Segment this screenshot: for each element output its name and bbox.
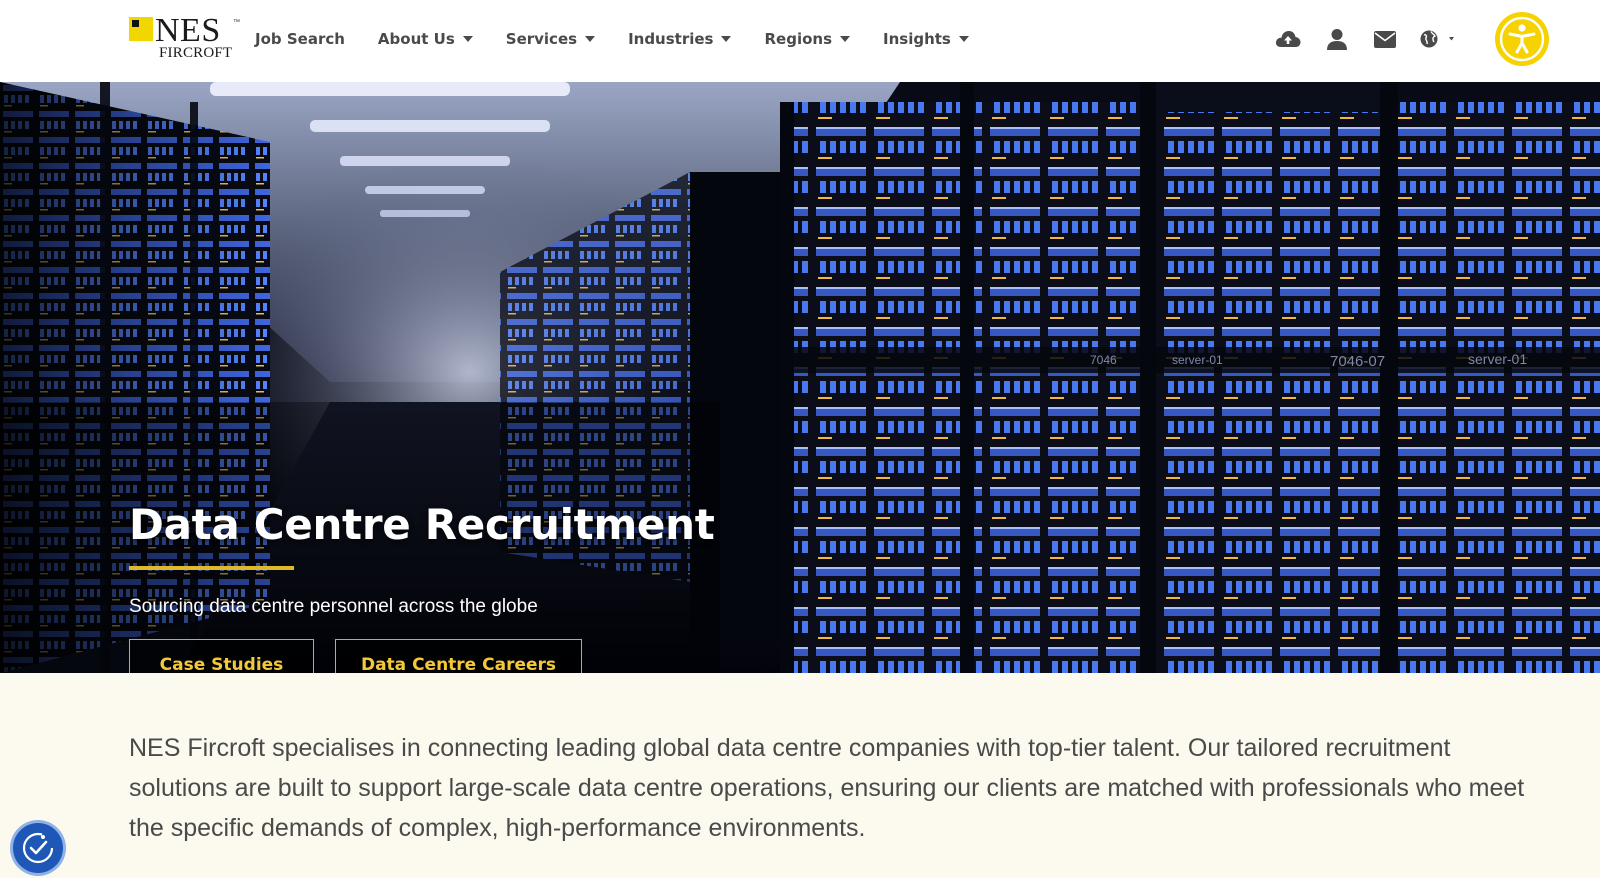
nav-regions[interactable]: Regions (764, 30, 850, 48)
hero-banner: server-01 7046 7046-07 server-01 Data Ce… (0, 82, 1600, 673)
nav-label: Industries (628, 30, 714, 48)
logo-square-icon (129, 17, 153, 41)
cloud-upload-icon[interactable] (1273, 24, 1303, 54)
nav-insights[interactable]: Insights (883, 30, 969, 48)
nav-label: Regions (764, 30, 832, 48)
nav-industries[interactable]: Industries (628, 30, 732, 48)
main-nav: Job Search About Us Services Industries … (255, 27, 1002, 51)
accessibility-check-icon (22, 832, 54, 864)
data-centre-careers-button[interactable]: Data Centre Careers (335, 639, 582, 673)
nav-job-search[interactable]: Job Search (255, 30, 345, 48)
rack-label: 7046 (1090, 353, 1117, 367)
nav-about-us[interactable]: About Us (378, 30, 473, 48)
accessibility-widget-button[interactable] (13, 823, 63, 873)
hero-title: Data Centre Recruitment (129, 500, 715, 549)
accessibility-icon[interactable] (1495, 12, 1549, 66)
caret-down-icon (840, 36, 850, 42)
rack-label: 7046-07 (1330, 353, 1385, 370)
nav-label: Insights (883, 30, 951, 48)
logo-fircroft-text: FIRCROFT (159, 45, 233, 61)
nes-fircroft-logo[interactable]: NES ™ FIRCROFT (129, 12, 240, 62)
case-studies-button[interactable]: Case Studies (129, 639, 314, 673)
globe-icon[interactable] (1418, 24, 1462, 54)
caret-down-icon (585, 36, 596, 42)
rack-label: server-01 (1468, 351, 1527, 367)
header-icons (1273, 24, 1462, 54)
rack-label: server-01 (1172, 353, 1223, 367)
nav-label: Services (505, 30, 578, 48)
nav-label: About Us (377, 30, 455, 48)
intro-paragraph: NES Fircroft specialises in connecting l… (129, 734, 1525, 842)
caret-down-icon (462, 36, 473, 42)
title-underline (129, 566, 294, 570)
envelope-icon[interactable] (1370, 24, 1400, 54)
caret-down-icon (721, 36, 732, 42)
nav-label: Job Search (255, 30, 345, 48)
caret-down-icon (958, 36, 969, 42)
site-header: NES ™ FIRCROFT Job Search About Us Servi… (0, 0, 1600, 82)
user-icon[interactable] (1322, 24, 1352, 54)
nav-services[interactable]: Services (505, 30, 596, 48)
hero-background-image: server-01 7046 7046-07 server-01 (0, 82, 1600, 673)
hero-subtitle: Sourcing data centre personnel across th… (129, 596, 538, 617)
logo-trademark: ™ (233, 19, 240, 26)
